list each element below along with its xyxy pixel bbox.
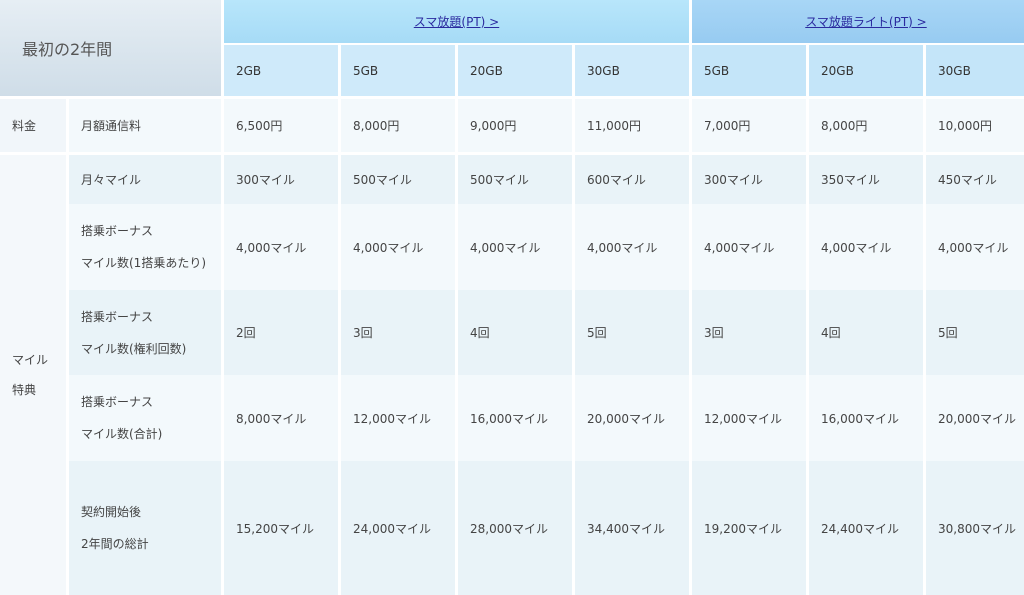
- plan-header: 30GB: [575, 45, 689, 99]
- table-cell: 4,000マイル: [926, 204, 1024, 290]
- table-cell: 2回: [224, 290, 338, 375]
- table-cell: 19,200マイル: [692, 461, 806, 595]
- table-cell: 600マイル: [575, 155, 689, 204]
- sumahoudai-link[interactable]: スマ放題(PT) >: [414, 13, 499, 30]
- group-header-sumahoudai: スマ放題(PT) >: [224, 0, 689, 45]
- table-cell: 5回: [575, 290, 689, 375]
- section-label-fee: 料金: [0, 99, 66, 155]
- table-cell: 3回: [692, 290, 806, 375]
- row-label: 搭乗ボーナス マイル数(合計): [69, 375, 221, 461]
- row-label: 搭乗ボーナス マイル数(権利回数): [69, 290, 221, 375]
- table-cell: 450マイル: [926, 155, 1024, 204]
- table-cell: 7,000円: [692, 99, 806, 155]
- table-cell: 4回: [809, 290, 923, 375]
- table-cell: 28,000マイル: [458, 461, 572, 595]
- table-cell: 8,000円: [341, 99, 455, 155]
- table-cell: 4回: [458, 290, 572, 375]
- group-header-sumahoudai-lite: スマ放題ライト(PT) >: [692, 0, 1024, 45]
- table-cell: 8,000マイル: [224, 375, 338, 461]
- table-cell: 20,000マイル: [575, 375, 689, 461]
- table-cell: 5回: [926, 290, 1024, 375]
- table-cell: 24,000マイル: [341, 461, 455, 595]
- plan-header: 2GB: [224, 45, 338, 99]
- table-cell: 4,000マイル: [341, 204, 455, 290]
- table-cell: 4,000マイル: [575, 204, 689, 290]
- table-cell: 4,000マイル: [224, 204, 338, 290]
- table-cell: 4,000マイル: [692, 204, 806, 290]
- table-cell: 350マイル: [809, 155, 923, 204]
- plan-header: 5GB: [692, 45, 806, 99]
- table-cell: 15,200マイル: [224, 461, 338, 595]
- table-cell: 16,000マイル: [458, 375, 572, 461]
- plan-header: 5GB: [341, 45, 455, 99]
- plan-header: 30GB: [926, 45, 1024, 99]
- row-label: 月々マイル: [69, 155, 221, 204]
- table-cell: 34,400マイル: [575, 461, 689, 595]
- table-cell: 24,400マイル: [809, 461, 923, 595]
- table-cell: 3回: [341, 290, 455, 375]
- row-label: 搭乗ボーナス マイル数(1搭乗あたり): [69, 204, 221, 290]
- table-cell: 16,000マイル: [809, 375, 923, 461]
- table-cell: 300マイル: [692, 155, 806, 204]
- table-cell: 500マイル: [341, 155, 455, 204]
- pricing-table: 最初の2年間 スマ放題(PT) > スマ放題ライト(PT) > 2GB 5GB …: [0, 0, 1024, 595]
- sumahoudai-lite-link[interactable]: スマ放題ライト(PT) >: [805, 13, 926, 30]
- row-label: 契約開始後 2年間の総計: [69, 461, 221, 595]
- plan-header: 20GB: [458, 45, 572, 99]
- period-heading: 最初の2年間: [0, 0, 221, 99]
- table-cell: 8,000円: [809, 99, 923, 155]
- table-cell: 300マイル: [224, 155, 338, 204]
- plan-header: 20GB: [809, 45, 923, 99]
- table-cell: 4,000マイル: [809, 204, 923, 290]
- table-cell: 12,000マイル: [692, 375, 806, 461]
- section-label-mile-benefit: マイル 特典: [0, 155, 66, 595]
- table-cell: 9,000円: [458, 99, 572, 155]
- row-label: 月額通信料: [69, 99, 221, 155]
- table-cell: 4,000マイル: [458, 204, 572, 290]
- table-cell: 30,800マイル: [926, 461, 1024, 595]
- table-cell: 20,000マイル: [926, 375, 1024, 461]
- table-cell: 11,000円: [575, 99, 689, 155]
- table-cell: 12,000マイル: [341, 375, 455, 461]
- table-cell: 6,500円: [224, 99, 338, 155]
- table-cell: 500マイル: [458, 155, 572, 204]
- table-cell: 10,000円: [926, 99, 1024, 155]
